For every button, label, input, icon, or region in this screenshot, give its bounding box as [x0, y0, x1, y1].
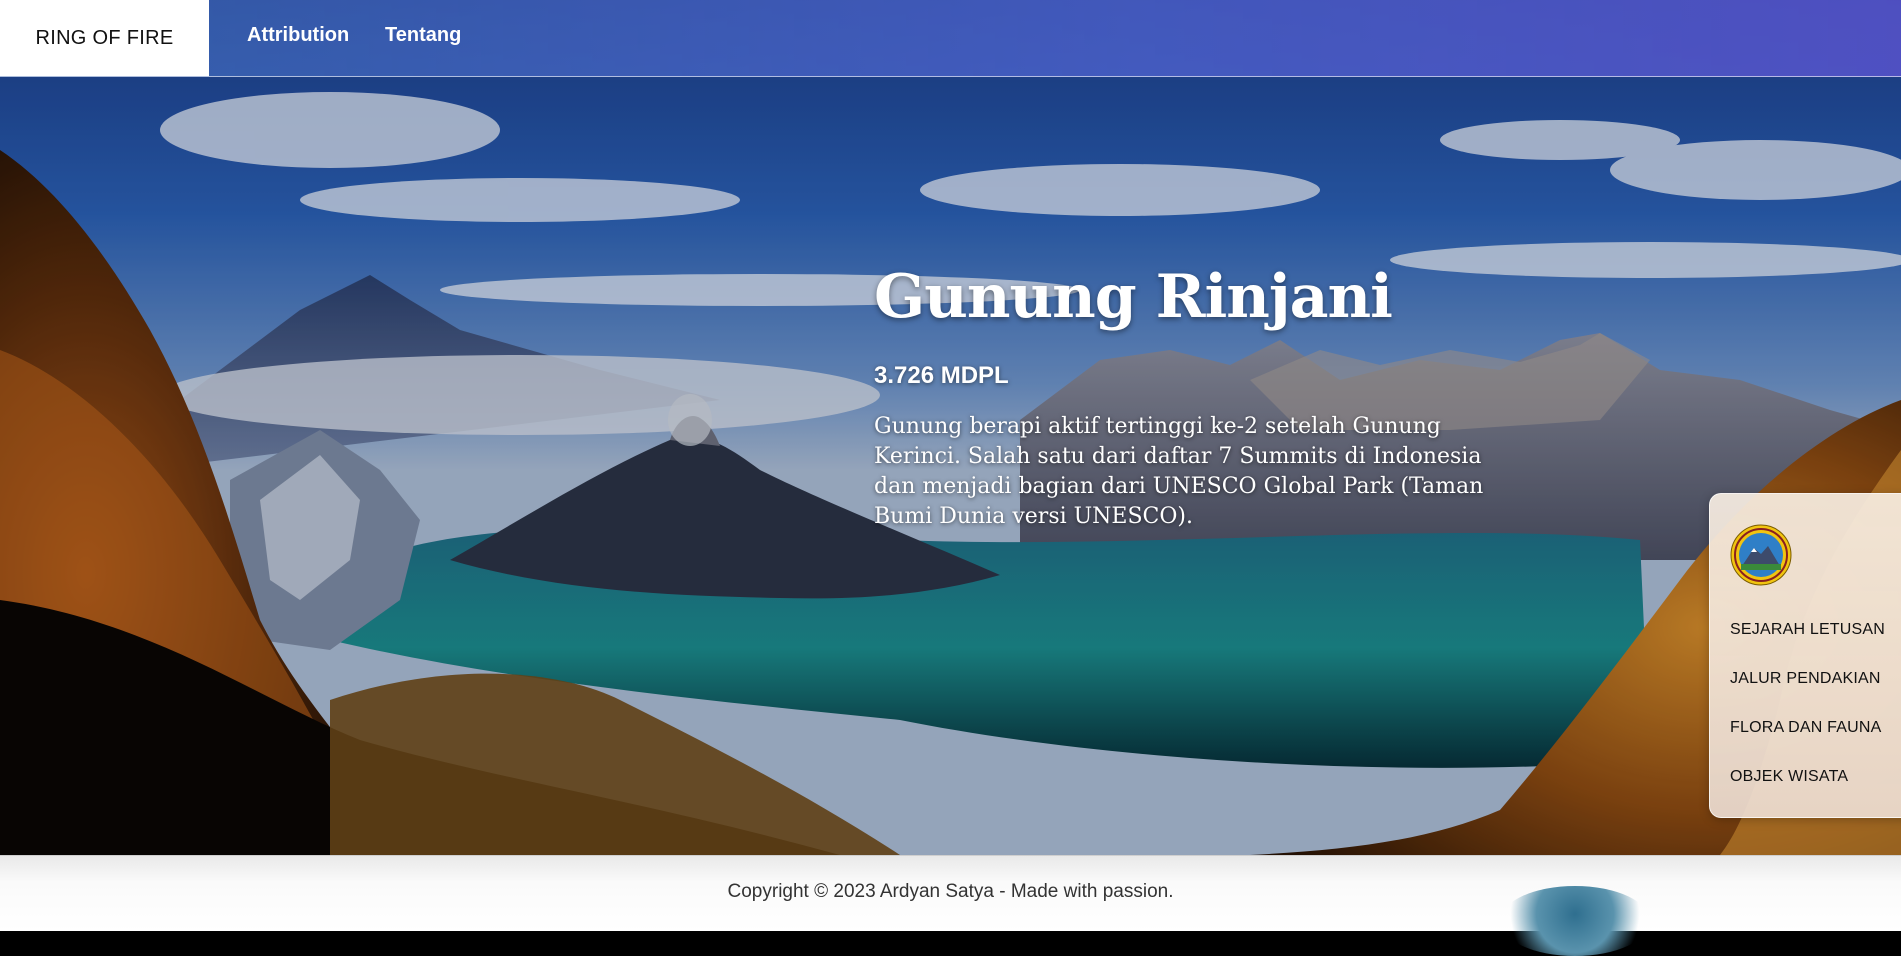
side-item-objek-wisata[interactable]: OBJEK WISATA: [1730, 768, 1848, 786]
nav-link-attribution[interactable]: Attribution: [247, 24, 349, 47]
brand-logo-link[interactable]: RING OF FIRE: [0, 0, 209, 76]
page-title: Gunung Rinjani: [874, 262, 1393, 332]
side-item-sejarah-letusan[interactable]: SEJARAH LETUSAN: [1730, 621, 1885, 639]
side-item-jalur-pendakian[interactable]: JALUR PENDAKIAN: [1730, 670, 1881, 688]
hero-content: Gunung Rinjani 3.726 MDPL Gunung berapi …: [874, 262, 1514, 532]
elevation-label: 3.726 MDPL: [874, 362, 1009, 389]
nav-link-tentang[interactable]: Tentang: [385, 24, 461, 47]
side-item-flora-dan-fauna[interactable]: FLORA DAN FAUNA: [1730, 719, 1881, 737]
hero-description: Gunung berapi aktif tertinggi ke-2 setel…: [874, 414, 1484, 529]
top-navbar: RING OF FIRE Attribution Tentang: [0, 0, 1901, 77]
national-park-logo-icon[interactable]: [1730, 524, 1792, 586]
copyright-text: Copyright © 2023 Ardyan Satya - Made wit…: [727, 881, 1174, 902]
side-menu-panel: SEJARAH LETUSAN JALUR PENDAKIAN FLORA DA…: [1709, 493, 1901, 818]
page-footer: Copyright © 2023 Ardyan Satya - Made wit…: [0, 855, 1901, 956]
